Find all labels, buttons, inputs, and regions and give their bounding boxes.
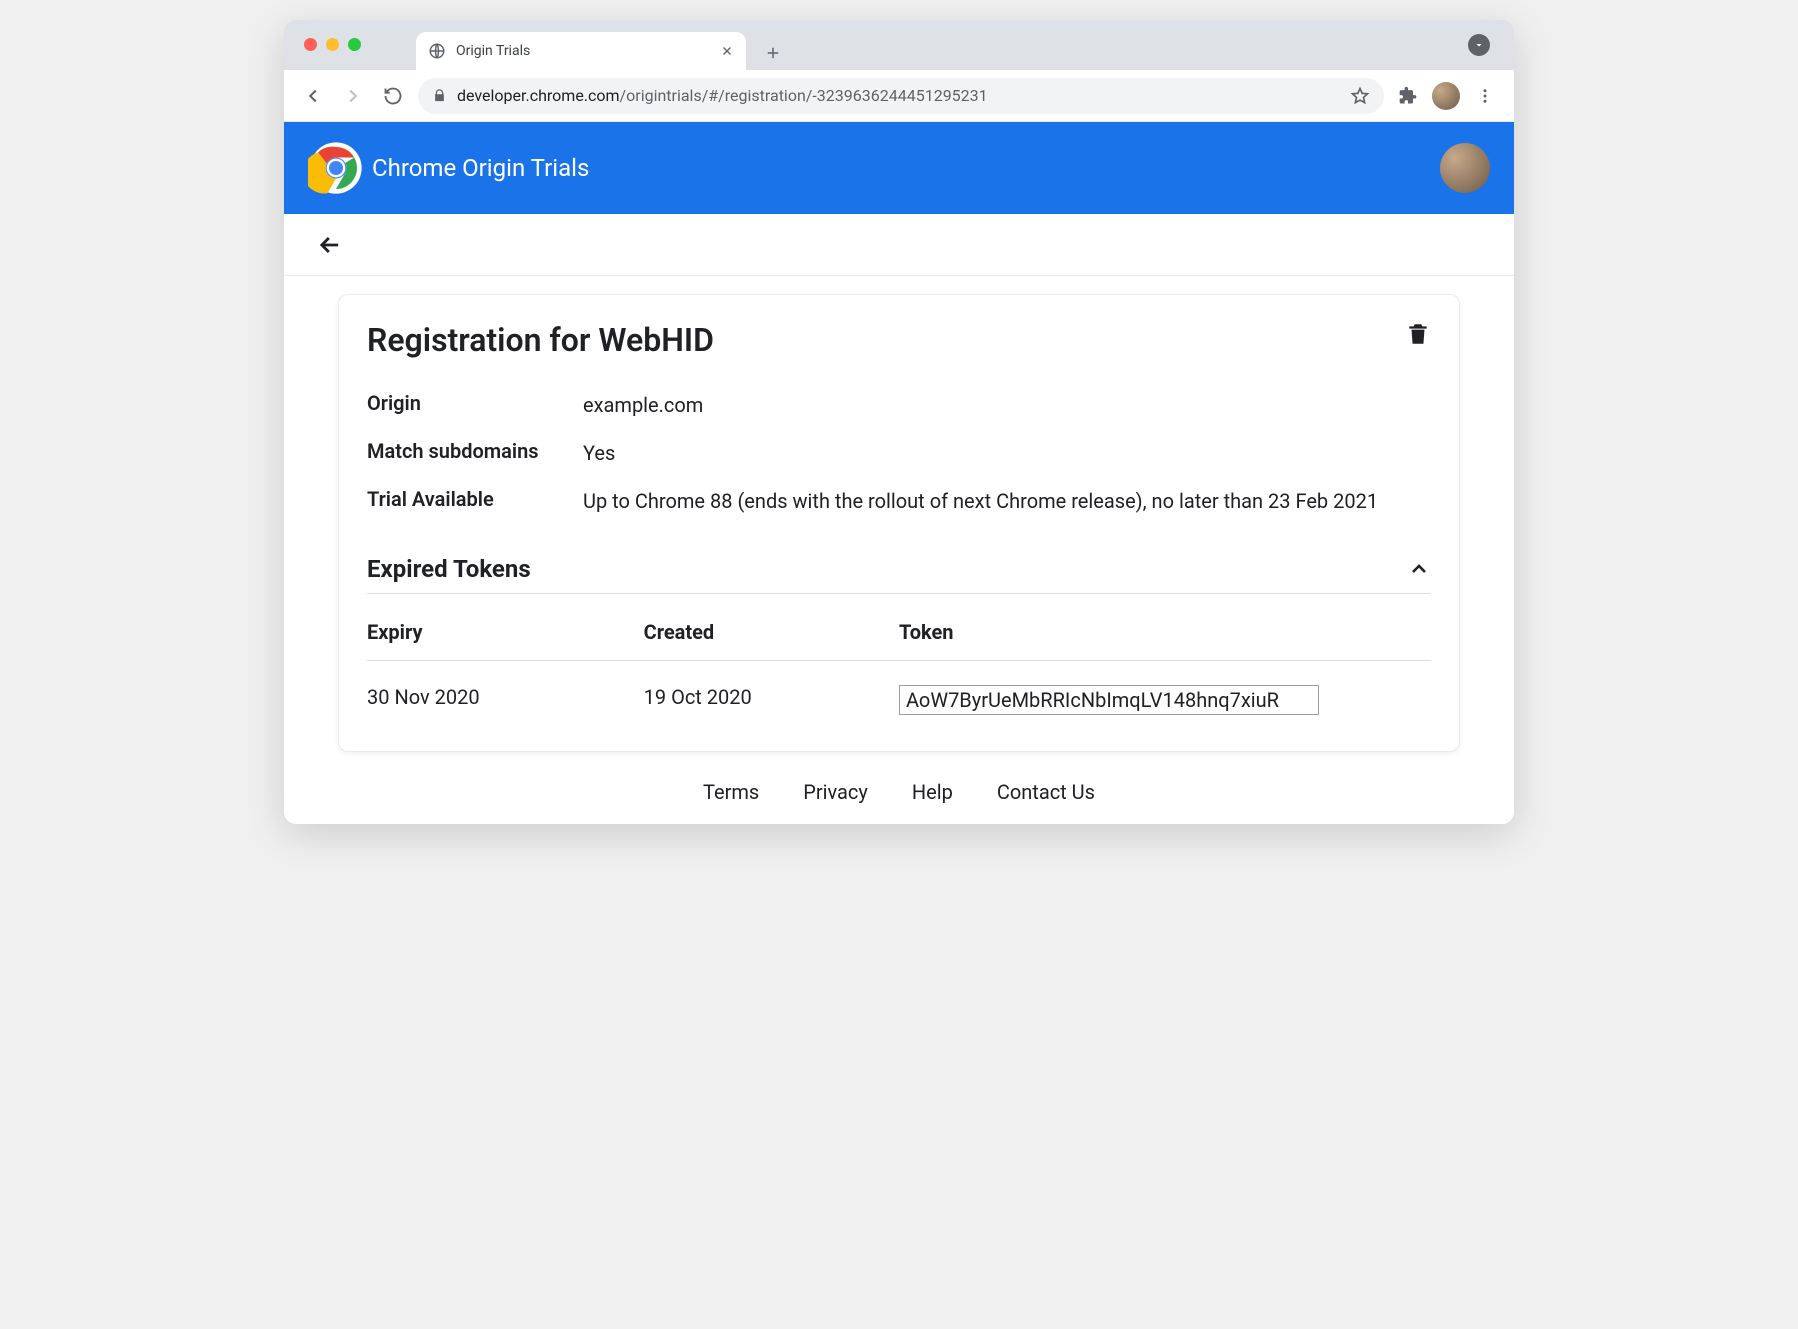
url-path: /origintrials/#/registration/-3239636244… <box>620 86 988 105</box>
browser-tab[interactable]: Origin Trials <box>416 32 746 70</box>
footer: Terms Privacy Help Contact Us <box>284 752 1514 824</box>
token-created: 19 Oct 2020 <box>644 661 899 724</box>
extensions-icon[interactable] <box>1394 86 1422 106</box>
col-token-header: Token <box>899 598 1431 661</box>
tab-strip: Origin Trials <box>284 20 1514 70</box>
trial-row: Trial Available Up to Chrome 88 (ends wi… <box>367 477 1431 525</box>
close-tab-icon[interactable] <box>720 44 734 58</box>
page-title: Chrome Origin Trials <box>372 154 589 182</box>
browser-menu-icon[interactable] <box>1470 87 1500 105</box>
window-minimize-button[interactable] <box>326 38 339 51</box>
footer-privacy-link[interactable]: Privacy <box>803 780 868 804</box>
trial-value: Up to Chrome 88 (ends with the rollout o… <box>583 487 1431 515</box>
card-title: Registration for WebHID <box>367 321 714 359</box>
origin-value: example.com <box>583 391 1431 419</box>
nav-forward-button[interactable] <box>338 81 368 111</box>
subdomains-row: Match subdomains Yes <box>367 429 1431 477</box>
tokens-table: Expiry Created Token 30 Nov 2020 19 Oct … <box>367 598 1431 723</box>
tokens-section-title: Expired Tokens <box>367 555 531 583</box>
globe-icon <box>428 42 446 60</box>
table-row: 30 Nov 2020 19 Oct 2020 AoW7ByrUeMbRRIcN… <box>367 661 1431 724</box>
browser-toolbar: developer.chrome.com/origintrials/#/regi… <box>284 70 1514 122</box>
window-close-button[interactable] <box>304 38 317 51</box>
tokens-section-header[interactable]: Expired Tokens <box>367 555 1431 594</box>
token-expiry: 30 Nov 2020 <box>367 661 644 724</box>
registration-card: Registration for WebHID Origin example.c… <box>338 294 1460 752</box>
tab-title: Origin Trials <box>456 43 710 59</box>
nav-back-button[interactable] <box>298 81 328 111</box>
lock-icon <box>432 88 447 103</box>
page-header: Chrome Origin Trials <box>284 122 1514 214</box>
url-host: developer.chrome.com <box>457 86 620 105</box>
chrome-logo-icon <box>308 140 364 196</box>
nav-reload-button[interactable] <box>378 81 408 111</box>
footer-help-link[interactable]: Help <box>912 780 953 804</box>
table-header-row: Expiry Created Token <box>367 598 1431 661</box>
registration-details: Origin example.com Match subdomains Yes … <box>367 381 1431 525</box>
brand[interactable]: Chrome Origin Trials <box>308 140 589 196</box>
content-area: Registration for WebHID Origin example.c… <box>284 276 1514 752</box>
token-value-cell: AoW7ByrUeMbRRIcNbImqLV148hnq7xiuR <box>899 661 1431 724</box>
origin-label: Origin <box>367 391 583 419</box>
col-expiry-header: Expiry <box>367 598 644 661</box>
new-tab-button[interactable] <box>764 44 782 62</box>
token-value[interactable]: AoW7ByrUeMbRRIcNbImqLV148hnq7xiuR <box>899 685 1319 715</box>
chevron-up-icon[interactable] <box>1407 557 1431 581</box>
url-text: developer.chrome.com/origintrials/#/regi… <box>457 86 1340 105</box>
account-avatar-icon[interactable] <box>1440 143 1490 193</box>
browser-window: Origin Trials developer.chrome.com <box>284 20 1514 824</box>
delete-icon[interactable] <box>1405 321 1431 347</box>
bookmark-star-icon[interactable] <box>1350 86 1370 106</box>
origin-row: Origin example.com <box>367 381 1431 429</box>
address-bar[interactable]: developer.chrome.com/origintrials/#/regi… <box>418 78 1384 114</box>
footer-terms-link[interactable]: Terms <box>703 780 759 804</box>
subdomains-value: Yes <box>583 439 1431 467</box>
back-arrow-icon[interactable] <box>316 231 344 259</box>
back-row <box>284 214 1514 276</box>
trial-label: Trial Available <box>367 487 583 515</box>
window-maximize-button[interactable] <box>348 38 361 51</box>
tab-search-icon[interactable] <box>1468 34 1490 56</box>
subdomains-label: Match subdomains <box>367 439 583 467</box>
profile-avatar-icon[interactable] <box>1432 82 1460 110</box>
footer-contact-link[interactable]: Contact Us <box>997 780 1095 804</box>
window-controls <box>304 38 361 51</box>
col-created-header: Created <box>644 598 899 661</box>
